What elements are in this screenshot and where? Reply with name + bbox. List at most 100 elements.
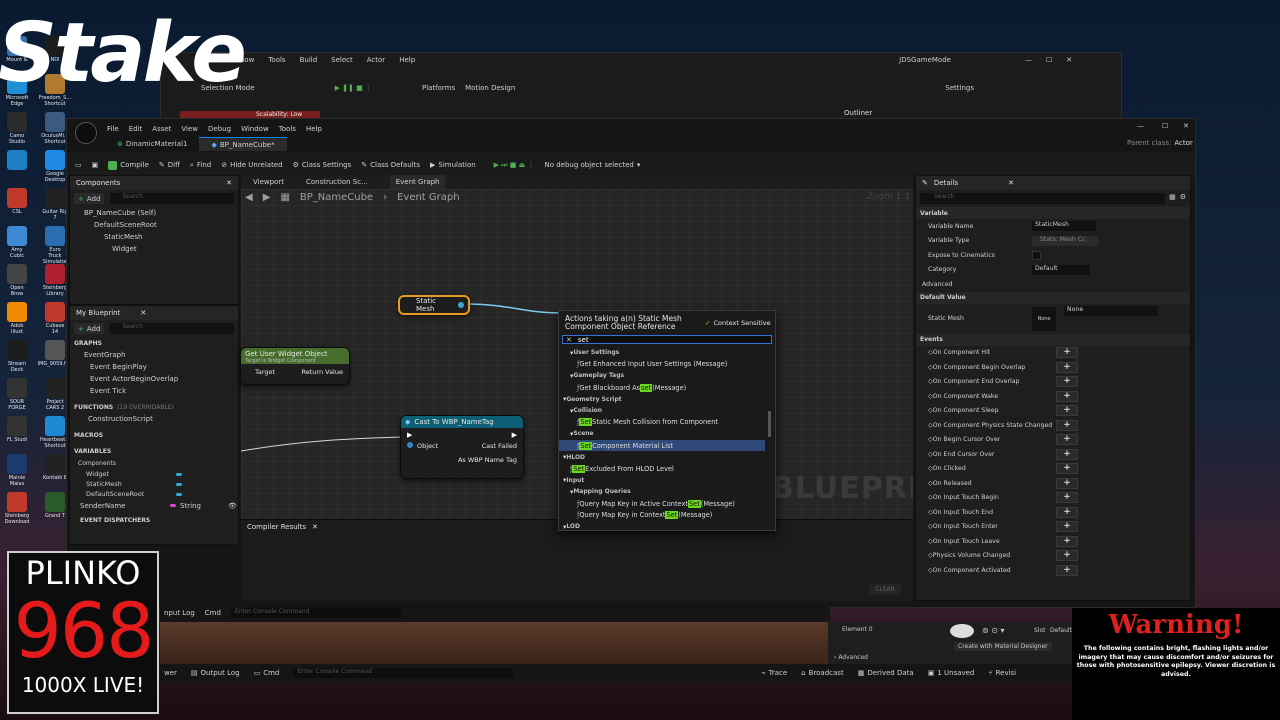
console-input[interactable]: Enter Console Command xyxy=(293,668,514,678)
event-actorbeginoverlap-item[interactable]: Event ActorBeginOverlap xyxy=(70,373,238,385)
desktop-shortcut[interactable]: Cubase 14 xyxy=(42,302,68,335)
graphs-section[interactable]: GRAPHS xyxy=(70,337,238,349)
menu-category[interactable]: ▾ User Settings xyxy=(559,347,775,359)
add-event-button[interactable]: + xyxy=(1056,506,1078,518)
bg-settings-button[interactable]: Settings xyxy=(945,84,974,92)
menu-category[interactable]: ▾ Mapping Queries xyxy=(559,486,775,498)
var-staticmesh[interactable]: StaticMesh xyxy=(70,479,238,489)
context-search-box[interactable]: ✕ set xyxy=(562,335,772,344)
event-tick-item[interactable]: Event Tick xyxy=(70,385,238,397)
minimize-icon[interactable]: — xyxy=(1137,122,1144,130)
menu-file[interactable]: File xyxy=(107,125,119,133)
menu-action-item[interactable]: ƒ Query Map Key in Context Set (Message) xyxy=(559,509,775,521)
compiler-close-icon[interactable]: ✕ xyxy=(312,523,318,531)
desktop-shortcut[interactable]: Amy Cubic xyxy=(4,226,30,259)
create-material-button[interactable]: Create with Material Designer xyxy=(954,642,1052,651)
add-event-button[interactable]: + xyxy=(1056,564,1078,576)
cmd-button[interactable]: ▭ Cmd xyxy=(254,669,280,677)
menu-help[interactable]: Help xyxy=(306,125,322,133)
desktop-shortcut[interactable]: IMG_9059.H... xyxy=(38,340,72,367)
var-name-input[interactable]: StaticMesh xyxy=(1032,221,1096,232)
static-mesh-node[interactable]: Static Mesh xyxy=(398,295,470,315)
menu-edit[interactable]: Edit xyxy=(129,125,143,133)
add-event-button[interactable]: + xyxy=(1056,376,1078,388)
broadcast-button[interactable]: ⌂ Broadcast xyxy=(801,669,844,677)
components-close-icon[interactable]: ✕ xyxy=(226,179,232,187)
myblueprint-add-button[interactable]: + Add xyxy=(74,323,105,334)
details-search-input[interactable]: Search xyxy=(920,193,1166,204)
events-section[interactable]: Events xyxy=(916,333,1190,346)
inner-console-input[interactable]: Enter Console Command xyxy=(230,608,401,618)
add-event-button[interactable]: + xyxy=(1056,463,1078,475)
add-event-button[interactable]: + xyxy=(1056,434,1078,446)
menu-category[interactable]: ▾ Input xyxy=(559,475,775,487)
menu-category[interactable]: ▾ Gameplay Tags xyxy=(559,370,775,382)
input-log-button[interactable]: nput Log xyxy=(164,609,195,617)
cast-failed-pin-label[interactable]: Cast Failed xyxy=(482,442,517,450)
play-controls[interactable]: ▶ ⏭ ■ ⏏ ⋮ xyxy=(494,161,535,170)
desktop-shortcut[interactable]: Grand T xyxy=(42,492,68,519)
object-pin[interactable]: Object xyxy=(407,442,438,450)
var-sendername[interactable]: SenderName String 👁 xyxy=(70,499,238,512)
add-event-button[interactable]: + xyxy=(1056,535,1078,547)
desktop-shortcut[interactable]: Open Brow xyxy=(4,264,30,297)
find-button[interactable]: ⌕ Find xyxy=(190,161,211,170)
var-type-select[interactable]: Static Mesh Cc xyxy=(1032,235,1098,246)
myblueprint-close-icon[interactable]: ✕ xyxy=(140,309,146,317)
desktop-shortcut[interactable]: Heartbeat... Shortcut xyxy=(40,416,70,449)
bg-minimize-icon[interactable]: — xyxy=(1025,56,1032,64)
trace-button[interactable]: ⌁ Trace xyxy=(761,669,787,677)
get-user-widget-node[interactable]: Get User Widget Object Target is Widget C… xyxy=(240,347,350,385)
bg-motion-design-button[interactable]: Motion Design xyxy=(465,84,515,92)
component-staticmesh[interactable]: StaticMesh xyxy=(70,231,238,243)
tab-bp-namecube[interactable]: ◆ BP_NameCube* xyxy=(199,137,287,151)
menu-window[interactable]: Window xyxy=(241,125,269,133)
desktop-shortcut[interactable]: Google Desktop xyxy=(42,150,68,183)
menu-asset[interactable]: Asset xyxy=(152,125,171,133)
desktop-shortcut[interactable]: FL Studi xyxy=(4,416,30,443)
revision-button[interactable]: ⑂ Revisi xyxy=(988,669,1016,677)
bg-close-icon[interactable]: ✕ xyxy=(1066,56,1072,64)
menu-action-item[interactable]: ƒ Get Enhanced Input User Settings (Mess… xyxy=(559,359,775,371)
menu-action-item[interactable]: ƒ Set Component Material List xyxy=(559,439,765,452)
settings-gear-icon[interactable]: ⚙ xyxy=(1180,193,1186,204)
var-components-category[interactable]: Components xyxy=(70,457,238,469)
var-defaultsceneroot[interactable]: DefaultSceneRoot xyxy=(70,489,238,499)
desktop-shortcut[interactable]: Project CARS 2 xyxy=(42,378,68,411)
material-browse-icons[interactable]: ⊚ ⊙ ▾ xyxy=(982,626,1005,635)
desktop-shortcut[interactable]: Adob Illust xyxy=(4,302,30,335)
simulation-button[interactable]: ▶ Simulation xyxy=(430,161,476,169)
var-widget[interactable]: Widget xyxy=(70,469,238,479)
functions-section[interactable]: FUNCTIONS (19 OVERRIDABLE) xyxy=(70,401,238,413)
bg-menu-actor[interactable]: Actor xyxy=(367,56,385,64)
tab-viewport[interactable]: Viewport xyxy=(253,178,284,186)
exec-in-pin-icon[interactable]: ▶ xyxy=(407,431,412,439)
desktop-shortcut[interactable]: Guitar Rig 7 xyxy=(42,188,68,221)
slot-default-value[interactable]: Default xyxy=(1050,627,1072,634)
context-menu-scrollbar[interactable] xyxy=(768,411,771,437)
desktop-shortcut[interactable]: Steinberg Download xyxy=(4,492,30,525)
default-value-section[interactable]: Default Value xyxy=(916,291,1190,304)
browse-icon[interactable]: ▣ xyxy=(92,161,99,169)
event-dispatchers-section[interactable]: EVENT DISPATCHERS xyxy=(70,514,238,526)
component-self[interactable]: BP_NameCube (Self) xyxy=(70,207,238,219)
parent-class-value[interactable]: Actor xyxy=(1174,139,1192,147)
menu-action-item[interactable]: ƒ Query Map Key in Active Context Set (M… xyxy=(559,498,775,510)
advanced-expander[interactable]: › Advanced xyxy=(834,654,868,661)
advanced-row[interactable]: Advanced xyxy=(916,277,1190,292)
static-mesh-asset-select[interactable]: None xyxy=(1064,305,1158,316)
compile-button[interactable]: Compile xyxy=(108,160,149,170)
desktop-shortcut[interactable]: Steinberg Library xyxy=(42,264,68,297)
hide-unrelated-button[interactable]: ⊘ Hide Unrelated xyxy=(221,161,282,169)
class-settings-button[interactable]: ⚙ Class Settings xyxy=(293,161,352,169)
clear-search-icon[interactable]: ✕ xyxy=(566,336,572,344)
diff-button[interactable]: ✎ Diff xyxy=(159,161,180,169)
target-pin-label[interactable]: Target xyxy=(255,368,275,376)
components-add-button[interactable]: + Add xyxy=(74,193,105,204)
add-event-button[interactable]: + xyxy=(1056,477,1078,489)
save-icon[interactable]: ▭ xyxy=(75,161,82,169)
derived-data-button[interactable]: ▦ Derived Data xyxy=(858,669,914,677)
add-event-button[interactable]: + xyxy=(1056,361,1078,373)
construction-script-item[interactable]: ConstructionScript xyxy=(70,413,238,425)
menu-category[interactable]: ▾ Scene xyxy=(559,428,775,440)
